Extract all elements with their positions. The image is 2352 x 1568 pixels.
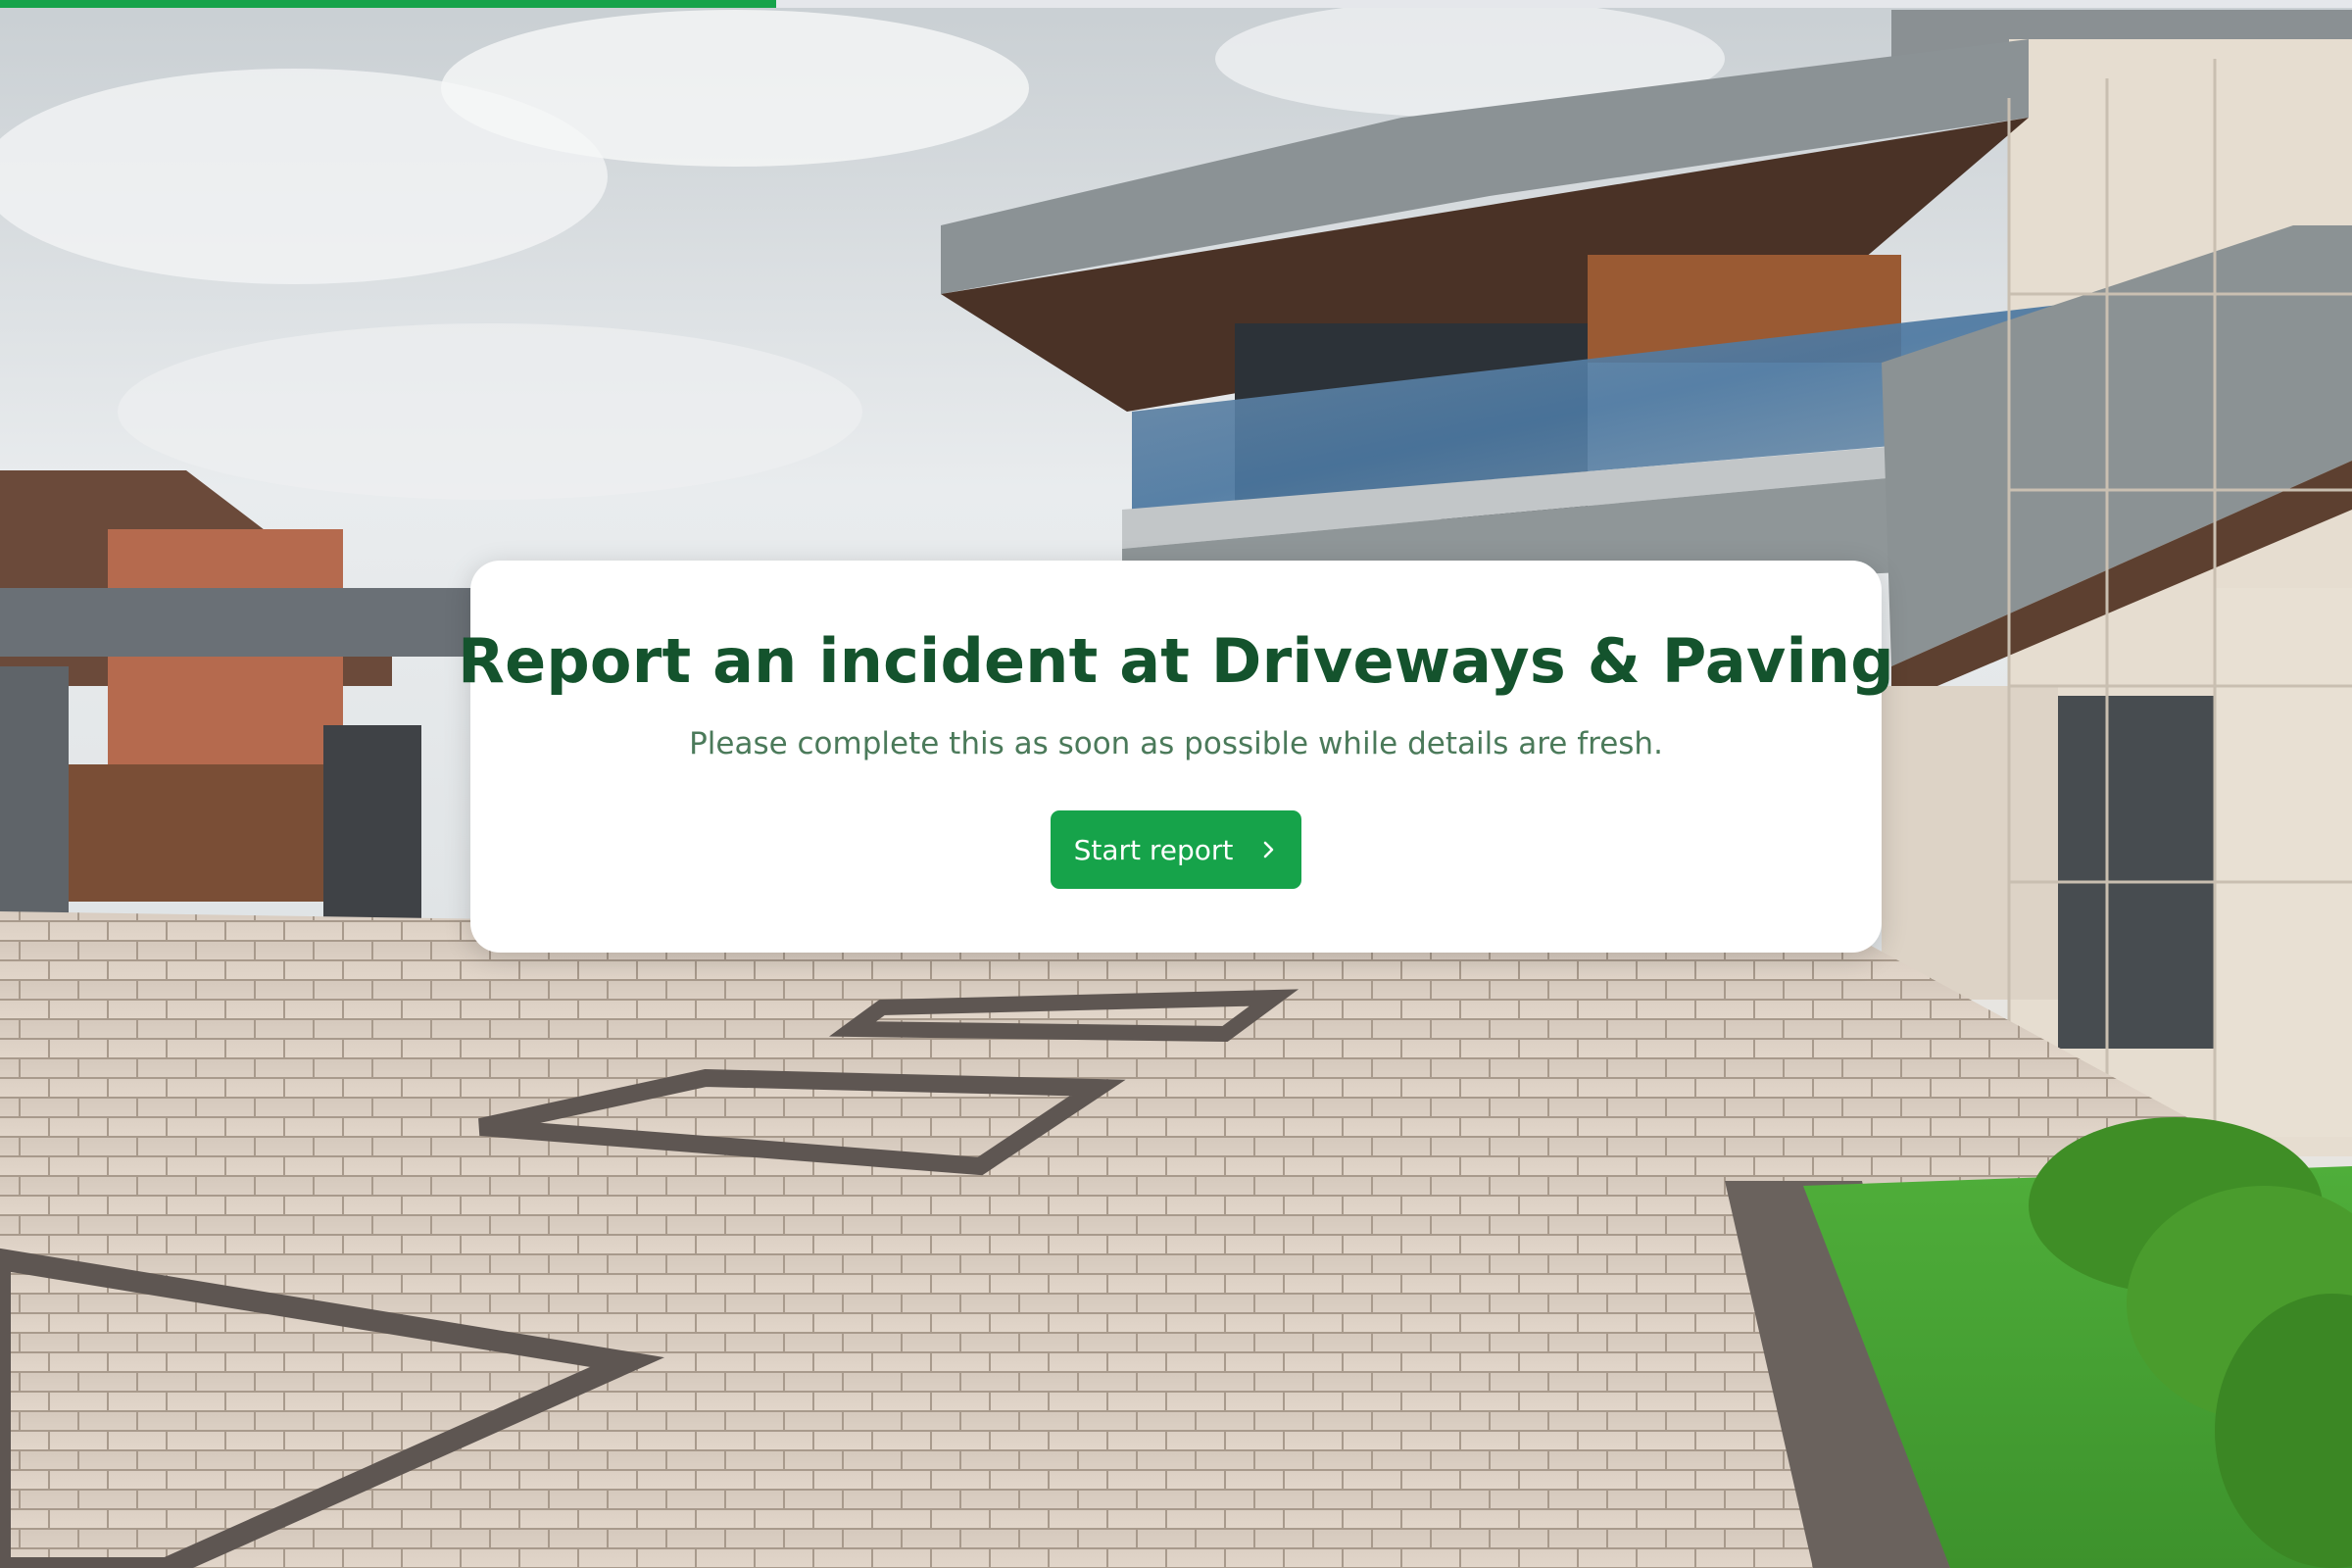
page-title: Report an incident at Driveways & Paving xyxy=(458,625,1894,697)
progress-bar-fill xyxy=(0,0,776,8)
start-report-button-label: Start report xyxy=(1073,833,1234,866)
start-report-button[interactable]: Start report xyxy=(1051,810,1301,889)
progress-bar xyxy=(0,0,2352,8)
page-subtitle: Please complete this as soon as possible… xyxy=(689,726,1663,761)
chevron-right-icon xyxy=(1264,841,1274,858)
report-intro-card: Report an incident at Driveways & Paving… xyxy=(458,561,1894,953)
